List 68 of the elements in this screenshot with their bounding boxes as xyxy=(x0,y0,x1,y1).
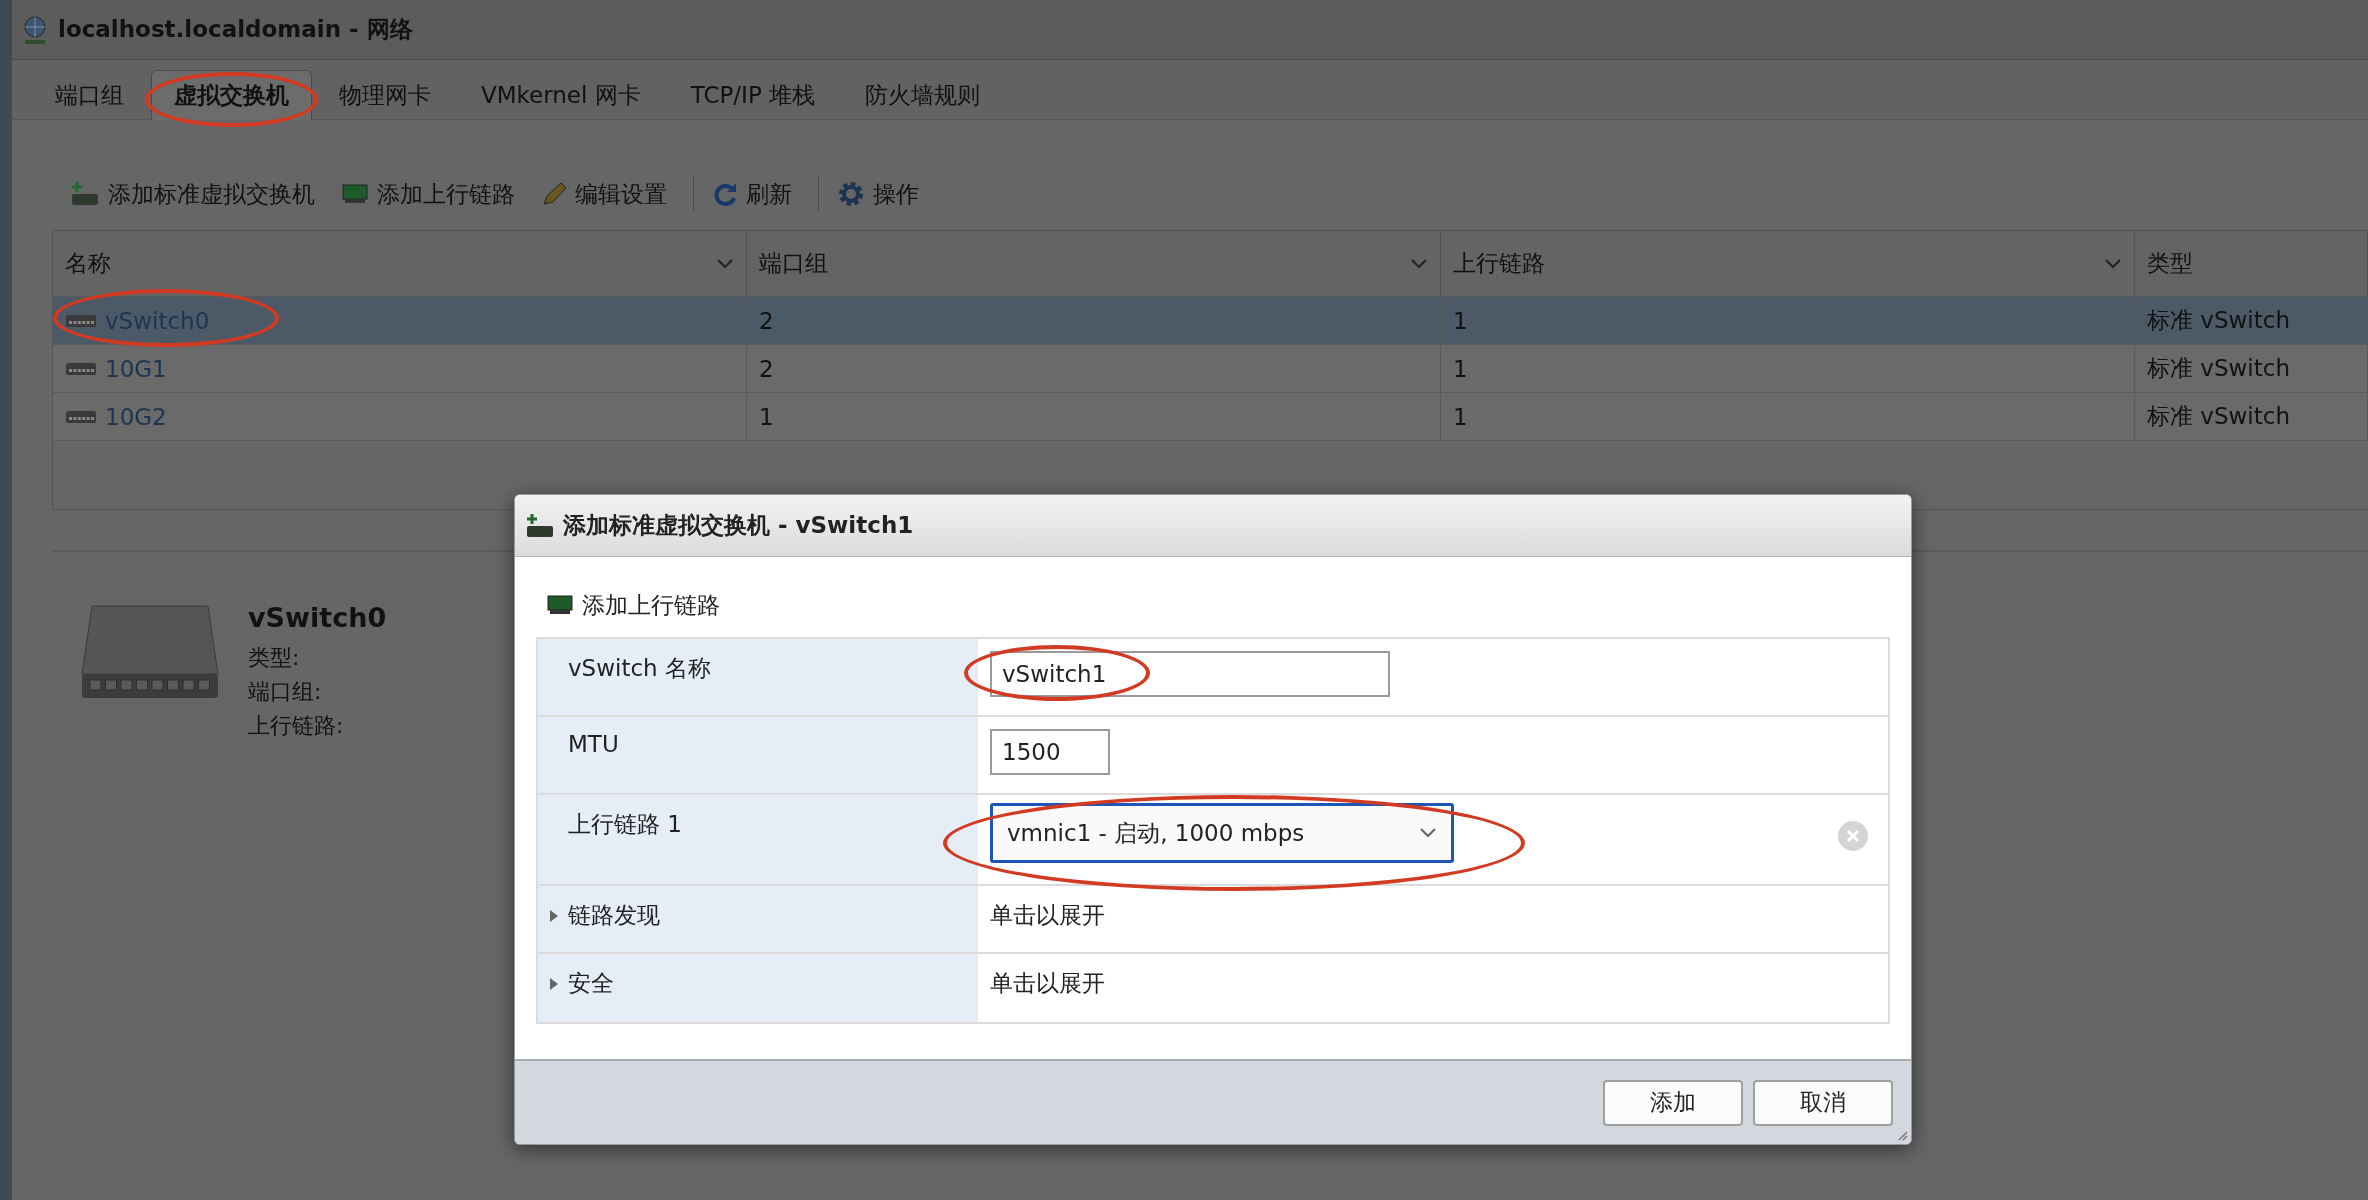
table-row[interactable]: 10G2 1 1 标准 vSwitch xyxy=(53,393,2368,441)
expander-toggle[interactable]: 安全 xyxy=(550,968,614,999)
switch-name: vSwitch0 xyxy=(248,602,387,633)
dialog-button[interactable]: 取消 xyxy=(1753,1079,1893,1126)
switch-plus-icon xyxy=(70,180,100,208)
column-header[interactable]: 端口组 xyxy=(747,231,1441,296)
pencil-icon xyxy=(541,181,567,207)
table-cell: 2 xyxy=(747,345,1441,392)
triangle-right-icon xyxy=(550,909,558,922)
network-card-icon xyxy=(546,593,574,617)
column-label: 名称 xyxy=(65,249,111,278)
gear-icon xyxy=(837,180,865,208)
dropdown[interactable]: vmnic1 - 启动, 1000 mbps xyxy=(990,803,1454,863)
tab[interactable]: 虚拟交换机 xyxy=(151,70,312,120)
expand-hint: 单击以展开 xyxy=(990,901,1105,930)
property-label: 端口组: xyxy=(248,678,323,706)
tab[interactable]: VMkernel 网卡 xyxy=(458,70,664,120)
column-label: 端口组 xyxy=(759,249,828,278)
column-label: 上行链路 xyxy=(1453,249,1545,278)
tab[interactable]: 物理网卡 xyxy=(316,70,454,120)
expand-hint: 单击以展开 xyxy=(990,969,1105,998)
switch-link[interactable]: 10G1 xyxy=(105,355,167,382)
window-title: localhost.localdomain - 网络 xyxy=(58,15,413,44)
field-label: MTU xyxy=(568,731,619,757)
dialog-title: 添加标准虚拟交换机 - vSwitch1 xyxy=(563,511,914,540)
add-uplink-button[interactable]: 添加上行链路 xyxy=(536,587,720,623)
switch-plus-icon xyxy=(525,511,555,540)
table-cell: 标准 vSwitch xyxy=(2135,393,2368,440)
refresh-icon xyxy=(712,181,738,207)
input-field[interactable]: 1500 xyxy=(990,729,1110,775)
table-cell: 1 xyxy=(1441,393,2135,440)
expander-toggle[interactable]: 链路发现 xyxy=(550,900,660,931)
switch-icon xyxy=(65,408,97,425)
switch-icon xyxy=(65,360,97,377)
column-header[interactable]: 名称 xyxy=(53,231,747,296)
triangle-right-icon xyxy=(550,977,558,990)
switch-icon xyxy=(65,312,97,329)
table-cell: 标准 vSwitch xyxy=(2135,345,2368,392)
chevron-down-icon xyxy=(1419,827,1437,839)
globe-icon xyxy=(22,14,48,45)
tab[interactable]: 端口组 xyxy=(32,70,147,120)
table-cell: 1 xyxy=(1441,345,2135,392)
table-cell: 1 xyxy=(747,393,1441,440)
toolbar-button[interactable]: 添加上行链路 xyxy=(341,178,527,210)
table-cell: 1 xyxy=(1441,297,2135,344)
tab[interactable]: 防火墙规则 xyxy=(842,70,1004,120)
switch-link[interactable]: 10G2 xyxy=(105,403,167,430)
field-label: vSwitch 名称 xyxy=(568,655,711,681)
input-field[interactable]: vSwitch1 xyxy=(990,651,1390,697)
toolbar-button[interactable]: 操作 xyxy=(837,178,931,210)
toolbar-button[interactable]: 刷新 xyxy=(712,178,804,210)
column-header[interactable]: 类型 xyxy=(2135,231,2368,296)
tab[interactable]: TCP/IP 堆栈 xyxy=(667,70,839,120)
dialog-button[interactable]: 添加 xyxy=(1603,1079,1743,1126)
column-header[interactable]: 上行链路 xyxy=(1441,231,2135,296)
column-label: 类型 xyxy=(2147,249,2193,278)
table-cell: 2 xyxy=(747,297,1441,344)
toolbar-button[interactable]: 编辑设置 xyxy=(541,178,679,210)
toolbar-button[interactable]: 添加标准虚拟交换机 xyxy=(70,178,327,210)
clear-button[interactable] xyxy=(1838,821,1868,851)
network-card-icon xyxy=(341,182,369,206)
property-label: 上行链路: xyxy=(248,712,345,740)
property-label: 类型: xyxy=(248,644,301,672)
field-label: 上行链路 1 xyxy=(568,811,682,837)
table-row[interactable]: 10G1 2 1 标准 vSwitch xyxy=(53,345,2368,393)
close-icon xyxy=(1846,829,1860,843)
table-cell: 标准 vSwitch xyxy=(2135,297,2368,344)
resize-grip-icon xyxy=(1896,1129,1908,1141)
